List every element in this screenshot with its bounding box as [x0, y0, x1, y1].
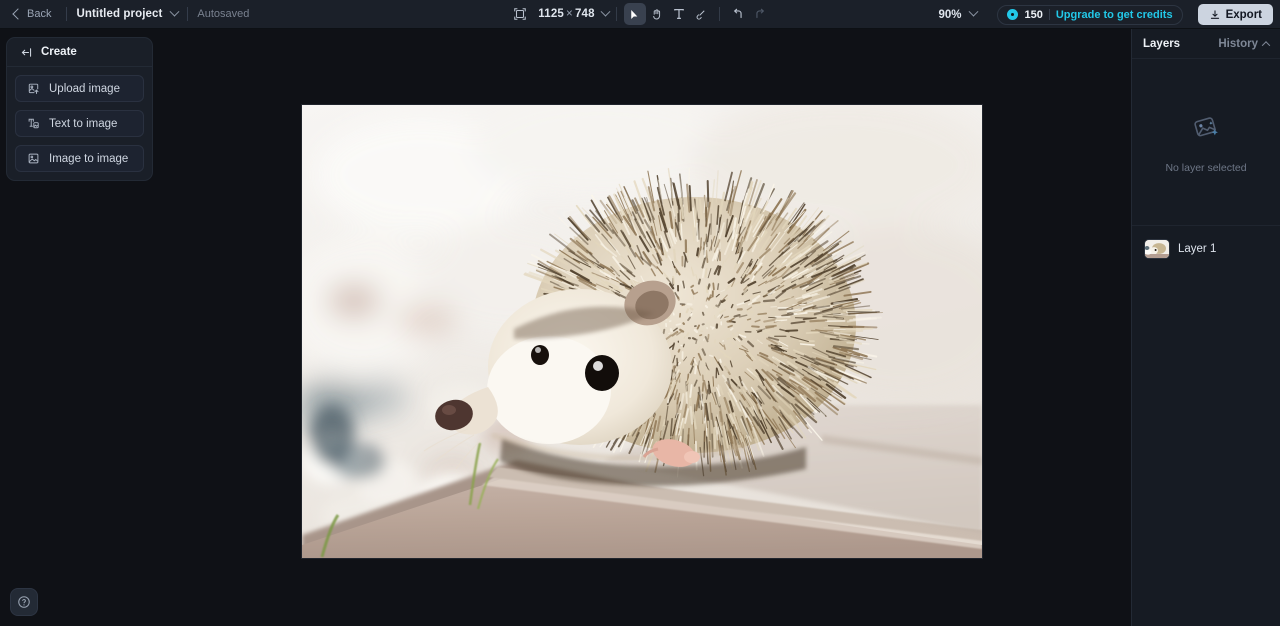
image-to-image-icon — [26, 152, 40, 166]
canvas-height: 748 — [575, 8, 595, 20]
resize-tool-button[interactable] — [509, 3, 531, 25]
toolbar-right-group: 90% 150 Upgrade to get credits Export — [934, 0, 1273, 29]
help-button[interactable] — [10, 588, 38, 616]
divider — [66, 7, 67, 21]
dimensions-chevron-down-icon[interactable] — [600, 6, 610, 16]
text-to-image-label: Text to image — [49, 118, 117, 130]
chevron-down-icon[interactable] — [170, 6, 180, 16]
chevron-up-icon[interactable] — [1262, 41, 1270, 49]
back-button-label: Back — [27, 8, 51, 20]
layer-thumbnail — [1145, 240, 1169, 258]
canvas-width: 1125 — [538, 8, 564, 20]
create-panel: Create Upload image Text to image Image … — [6, 37, 153, 181]
layer-empty-state: No layer selected — [1132, 59, 1280, 226]
toolbar-left-group: Back Untitled project Autosaved — [0, 5, 249, 23]
redo-button[interactable] — [749, 3, 771, 25]
tab-layers[interactable]: Layers — [1143, 38, 1180, 50]
canvas-area[interactable] — [0, 29, 1131, 626]
divider — [1049, 9, 1050, 20]
image-to-image-button[interactable]: Image to image — [15, 145, 144, 172]
canvas-dimensions[interactable]: 1125 × 748 — [538, 8, 594, 20]
divider — [616, 7, 617, 21]
text-tool-button[interactable] — [668, 3, 690, 25]
undo-button[interactable] — [727, 3, 749, 25]
upload-image-button[interactable]: Upload image — [15, 75, 144, 102]
layers-list: Layer 1 — [1132, 226, 1280, 272]
credits-badge[interactable]: 150 Upgrade to get credits — [997, 5, 1182, 25]
coin-icon — [1007, 9, 1018, 20]
upload-image-icon — [26, 82, 40, 96]
brush-tool-button[interactable] — [690, 3, 712, 25]
project-name[interactable]: Untitled project — [76, 8, 162, 20]
hand-tool-button[interactable] — [646, 3, 668, 25]
layer-row[interactable]: Layer 1 — [1140, 236, 1272, 262]
tab-history[interactable]: History — [1218, 38, 1258, 50]
zoom-level: 90% — [938, 9, 961, 21]
right-panel-tabs: Layers History — [1132, 29, 1280, 59]
no-layer-selected-label: No layer selected — [1165, 162, 1246, 174]
upload-image-label: Upload image — [49, 83, 120, 95]
select-tool-button[interactable] — [624, 3, 646, 25]
tab-history-group: History — [1218, 38, 1269, 50]
create-panel-body: Upload image Text to image Image to imag… — [7, 67, 152, 180]
zoom-chevron-down-icon — [969, 7, 979, 17]
upgrade-link[interactable]: Upgrade to get credits — [1056, 9, 1173, 21]
artboard[interactable] — [302, 105, 982, 558]
divider — [187, 7, 188, 21]
top-toolbar: Back Untitled project Autosaved 1125 × 748 — [0, 0, 1280, 29]
chevron-left-icon — [12, 8, 23, 19]
dimension-separator: × — [566, 8, 573, 20]
text-to-image-button[interactable]: Text to image — [15, 110, 144, 137]
no-layer-image-icon — [1189, 110, 1223, 149]
app-root: Back Untitled project Autosaved 1125 × 748 — [0, 0, 1280, 626]
create-panel-header: Create — [7, 38, 152, 67]
export-button[interactable]: Export — [1198, 4, 1273, 25]
layer-name: Layer 1 — [1178, 243, 1216, 255]
right-panel: Layers History No layer selected Layer 1 — [1131, 29, 1280, 626]
autosaved-status: Autosaved — [197, 8, 249, 20]
collapse-panel-icon[interactable] — [20, 46, 33, 59]
zoom-control[interactable]: 90% — [934, 7, 981, 23]
back-button[interactable]: Back — [8, 5, 57, 23]
text-to-image-icon — [26, 117, 40, 131]
hedgehog-photo[interactable] — [302, 105, 982, 558]
image-to-image-label: Image to image — [49, 153, 128, 165]
credits-count: 150 — [1024, 9, 1042, 21]
create-panel-title: Create — [41, 46, 77, 58]
question-mark-icon — [17, 595, 31, 609]
divider — [719, 7, 720, 21]
export-button-label: Export — [1226, 9, 1262, 21]
download-icon — [1209, 9, 1221, 21]
